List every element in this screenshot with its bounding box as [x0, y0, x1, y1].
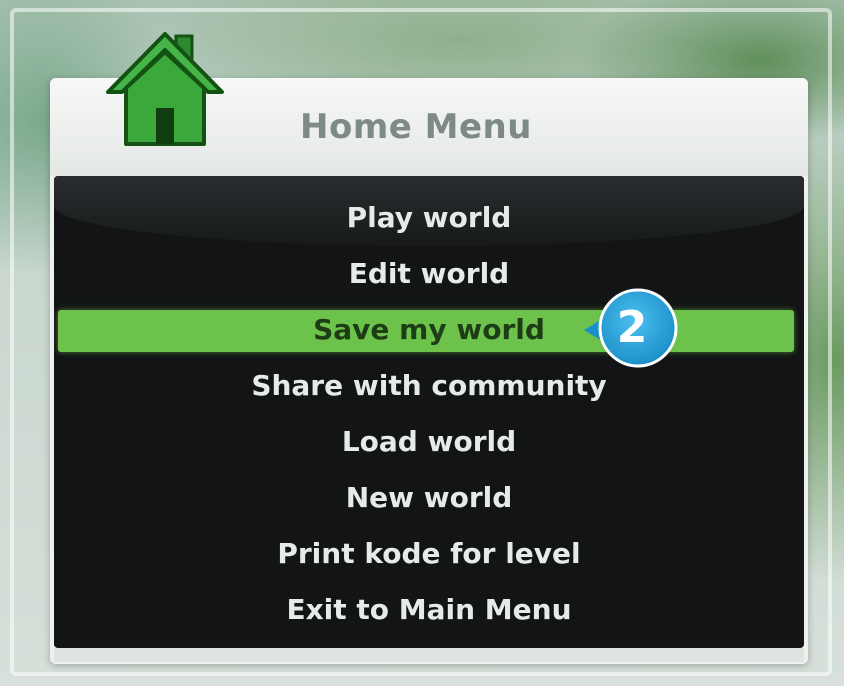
- menu-item-save-my-world[interactable]: Save my world: [54, 302, 804, 358]
- menu-item-label: Share with community: [251, 369, 607, 402]
- menu-item-share-with-community[interactable]: Share with community: [54, 358, 804, 414]
- home-icon: [104, 26, 226, 150]
- panel-bottom-edge: [54, 648, 804, 662]
- menu-item-label: Save my world: [313, 313, 545, 346]
- menu-item-label: Load world: [341, 425, 517, 458]
- menu-item-play-world[interactable]: Play world: [54, 190, 804, 246]
- menu-item-print-kode[interactable]: Print kode for level: [54, 526, 804, 582]
- menu-item-label: New world: [345, 481, 513, 514]
- menu-list-box: Play world Edit world Save my world Shar…: [54, 176, 804, 648]
- menu-item-load-world[interactable]: Load world: [54, 414, 804, 470]
- menu-list: Play world Edit world Save my world Shar…: [54, 190, 804, 638]
- page-title: Home Menu: [300, 107, 532, 147]
- callout-number: 2: [616, 302, 648, 353]
- menu-item-label: Edit world: [348, 257, 510, 290]
- menu-item-label: Print kode for level: [277, 537, 581, 570]
- menu-item-exit-to-main-menu[interactable]: Exit to Main Menu: [54, 582, 804, 638]
- menu-item-label: Exit to Main Menu: [286, 593, 572, 626]
- menu-item-new-world[interactable]: New world: [54, 470, 804, 526]
- menu-item-label: Play world: [346, 201, 512, 234]
- menu-item-edit-world[interactable]: Edit world: [54, 246, 804, 302]
